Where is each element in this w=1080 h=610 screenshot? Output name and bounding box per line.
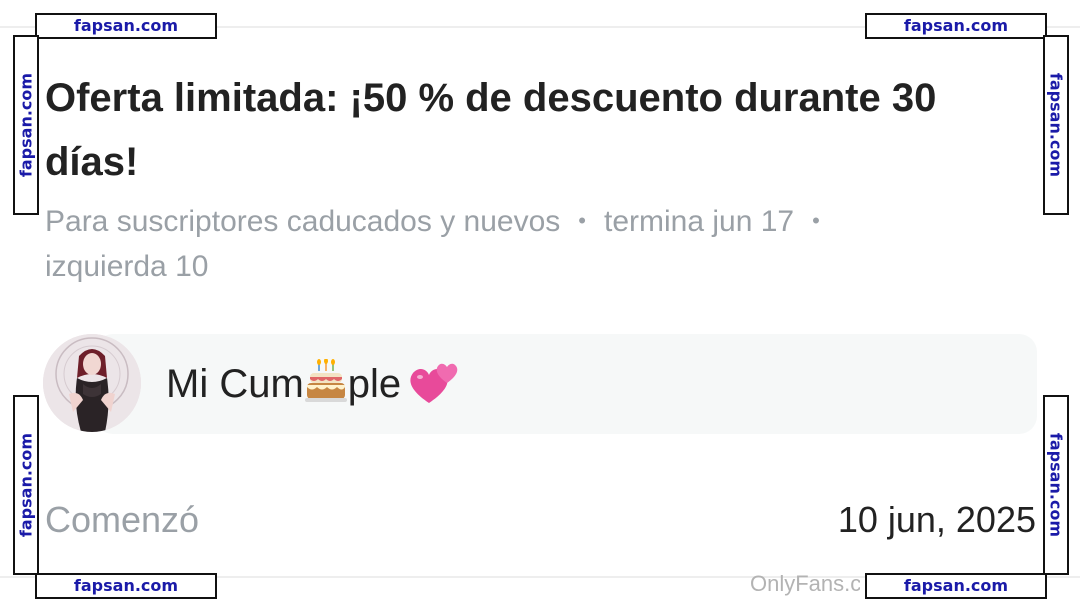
watermark-bottom-left: fapsan.com <box>35 573 217 599</box>
watermark-left-upper: fapsan.com <box>13 35 39 215</box>
offer-headline: Oferta limitada: ¡50 % de descuento dura… <box>45 76 937 184</box>
watermark-text: fapsan.com <box>16 432 36 538</box>
birthday-cake-icon <box>304 358 348 403</box>
footer-brand: OnlyFans.c <box>750 571 860 596</box>
watermark-text: fapsan.com <box>1046 72 1066 178</box>
started-date: 10 jun, 2025 <box>837 499 1036 540</box>
started-label: Comenzó <box>45 499 200 540</box>
avatar[interactable] <box>43 334 141 432</box>
two-hearts-icon <box>407 357 461 407</box>
watermark-bottom-right: fapsan.com <box>865 573 1047 599</box>
separator-dot: • <box>578 208 586 233</box>
watermark-right-lower: fapsan.com <box>1043 395 1069 575</box>
message-text: Mi Cum ple <box>166 356 461 412</box>
offer-meta: Para suscriptores caducados y nuevos • ter… <box>45 198 945 289</box>
watermark-left-lower: fapsan.com <box>13 395 39 575</box>
watermark-top-right: fapsan.com <box>865 13 1047 39</box>
separator-dot: • <box>812 208 820 233</box>
message-text-before: Mi Cum <box>166 362 304 406</box>
offer-end-date: termina jun 17 <box>603 205 795 238</box>
watermark-text: fapsan.com <box>1046 432 1066 538</box>
message-text-after: ple <box>347 362 402 406</box>
watermark-right-upper: fapsan.com <box>1043 35 1069 215</box>
offer-audience: Para suscriptores caducados y nuevos <box>45 205 561 238</box>
watermark-text: fapsan.com <box>16 72 36 178</box>
watermark-top-left: fapsan.com <box>35 13 217 39</box>
offer-remaining: izquierda 10 <box>45 250 209 283</box>
